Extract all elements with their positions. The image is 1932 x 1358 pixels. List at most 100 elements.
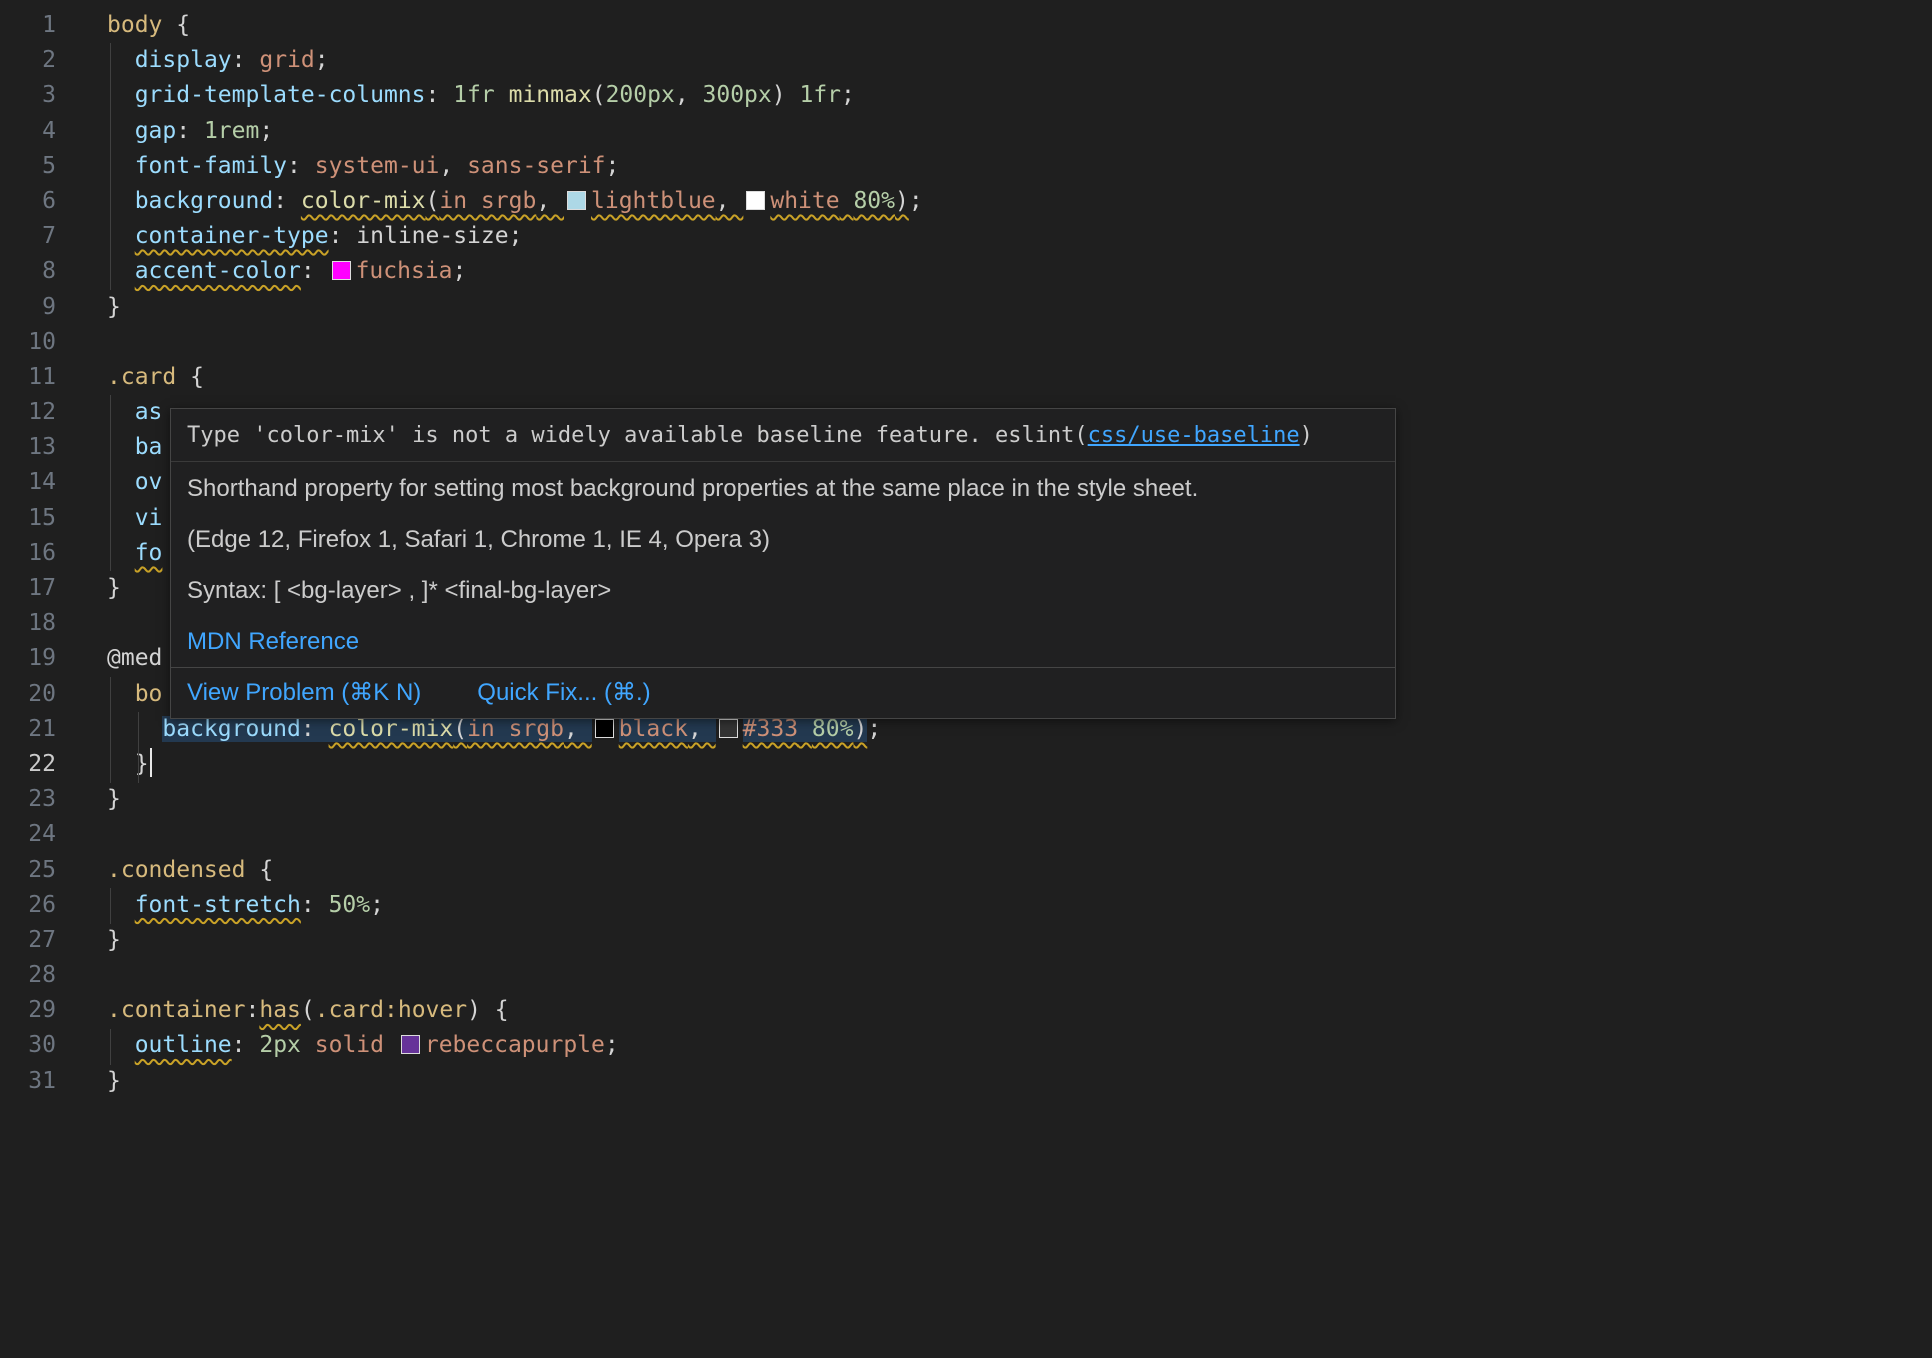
code-token: outline — [135, 1032, 232, 1058]
line-number[interactable]: 4 — [0, 114, 56, 149]
code-line[interactable]: 1body { — [0, 8, 1932, 43]
code-line[interactable]: 27} — [0, 923, 1932, 958]
code-token — [107, 153, 135, 179]
line-number[interactable]: 1 — [0, 8, 56, 43]
code-token: ; — [453, 258, 467, 284]
code-token — [798, 716, 812, 742]
code-line[interactable]: 10 — [0, 325, 1932, 360]
code-line[interactable]: 7 container-type: inline-size; — [0, 219, 1932, 254]
line-number[interactable]: 27 — [0, 923, 56, 958]
code-text: gap: 1rem; — [107, 114, 273, 149]
line-number[interactable]: 30 — [0, 1028, 56, 1063]
code-line[interactable]: 29.container:has(.card:hover) { — [0, 993, 1932, 1028]
warning-squiggle: color-mix(in srgb, black, #333 80%) — [329, 716, 868, 742]
line-number[interactable]: 3 — [0, 78, 56, 113]
color-swatch[interactable] — [401, 1035, 420, 1054]
line-number[interactable]: 15 — [0, 501, 56, 536]
code-line[interactable]: 9} — [0, 290, 1932, 325]
warning-squiggle: fo — [135, 540, 163, 566]
code-line[interactable]: 28 — [0, 958, 1932, 993]
code-text: } — [107, 747, 152, 782]
line-number[interactable]: 25 — [0, 853, 56, 888]
line-number[interactable]: 8 — [0, 254, 56, 289]
line-number[interactable]: 16 — [0, 536, 56, 571]
code-text: as — [107, 395, 162, 430]
line-number[interactable]: 19 — [0, 641, 56, 676]
line-number[interactable]: 2 — [0, 43, 56, 78]
code-token: container-type — [135, 223, 329, 249]
code-line[interactable]: 31} — [0, 1064, 1932, 1099]
line-number[interactable]: 20 — [0, 677, 56, 712]
color-swatch[interactable] — [595, 719, 614, 738]
code-token: } — [107, 575, 121, 601]
code-token: in srgb — [439, 188, 536, 214]
line-number[interactable]: 24 — [0, 817, 56, 852]
code-token — [107, 716, 162, 742]
mdn-reference-link[interactable]: MDN Reference — [187, 628, 359, 655]
code-token: accent-color — [135, 258, 301, 284]
code-token: background — [162, 716, 300, 742]
line-number[interactable]: 23 — [0, 782, 56, 817]
line-number[interactable]: 10 — [0, 325, 56, 360]
code-line[interactable]: 2 display: grid; — [0, 43, 1932, 78]
line-number[interactable]: 22 — [0, 747, 56, 782]
line-number[interactable]: 11 — [0, 360, 56, 395]
code-token: , — [688, 716, 716, 742]
code-token: bo — [135, 681, 163, 707]
code-token: 1fr — [453, 82, 495, 108]
code-token: { — [176, 364, 204, 390]
code-token: 50% — [329, 892, 371, 918]
code-line[interactable]: 5 font-family: system-ui, sans-serif; — [0, 149, 1932, 184]
line-number[interactable]: 6 — [0, 184, 56, 219]
line-number[interactable]: 5 — [0, 149, 56, 184]
code-token — [107, 82, 135, 108]
line-number[interactable]: 18 — [0, 606, 56, 641]
line-number[interactable]: 21 — [0, 712, 56, 747]
code-token: ; — [605, 1032, 619, 1058]
code-token: ) — [772, 82, 786, 108]
code-token: : — [287, 153, 315, 179]
code-line[interactable]: 3 grid-template-columns: 1fr minmax(200p… — [0, 78, 1932, 113]
code-token: ; — [909, 188, 923, 214]
code-token — [840, 188, 854, 214]
color-swatch[interactable] — [332, 261, 351, 280]
code-line[interactable]: 23} — [0, 782, 1932, 817]
line-number[interactable]: 29 — [0, 993, 56, 1028]
code-token: as — [135, 399, 163, 425]
code-line[interactable]: 8 accent-color: fuchsia; — [0, 254, 1932, 289]
color-swatch[interactable] — [719, 719, 738, 738]
warning-squiggle: container-type — [135, 223, 329, 249]
code-line[interactable]: 11.card { — [0, 360, 1932, 395]
color-swatch[interactable] — [746, 191, 765, 210]
warning-squiggle: color-mix(in srgb, lightblue, white 80%) — [301, 188, 909, 214]
code-token — [107, 505, 135, 531]
code-token: grid — [259, 47, 314, 73]
code-token: grid-template-columns — [135, 82, 426, 108]
code-text: outline: 2px solid rebeccapurple; — [107, 1028, 619, 1063]
code-text: container-type: inline-size; — [107, 219, 522, 254]
view-problem-link[interactable]: View Problem (⌘K N) — [187, 678, 421, 708]
line-number[interactable]: 31 — [0, 1064, 56, 1099]
line-number[interactable]: 7 — [0, 219, 56, 254]
code-token: 1rem — [204, 118, 259, 144]
line-number[interactable]: 9 — [0, 290, 56, 325]
line-number[interactable]: 28 — [0, 958, 56, 993]
line-number[interactable]: 26 — [0, 888, 56, 923]
code-line[interactable]: 30 outline: 2px solid rebeccapurple; — [0, 1028, 1932, 1063]
line-number[interactable]: 13 — [0, 430, 56, 465]
code-line[interactable]: 26 font-stretch: 50%; — [0, 888, 1932, 923]
code-token — [107, 188, 135, 214]
quick-fix-link[interactable]: Quick Fix... (⌘.) — [477, 678, 650, 708]
code-token — [107, 469, 135, 495]
line-number[interactable]: 14 — [0, 465, 56, 500]
code-line[interactable]: 4 gap: 1rem; — [0, 114, 1932, 149]
code-line[interactable]: 25.condensed { — [0, 853, 1932, 888]
eslint-rule-link[interactable]: css/use-baseline — [1088, 423, 1300, 448]
code-line[interactable]: 24 — [0, 817, 1932, 852]
line-number[interactable]: 12 — [0, 395, 56, 430]
color-swatch[interactable] — [567, 191, 586, 210]
code-token — [301, 1032, 315, 1058]
code-line[interactable]: 22 } — [0, 747, 1932, 782]
line-number[interactable]: 17 — [0, 571, 56, 606]
code-line[interactable]: 6 background: color-mix(in srgb, lightbl… — [0, 184, 1932, 219]
